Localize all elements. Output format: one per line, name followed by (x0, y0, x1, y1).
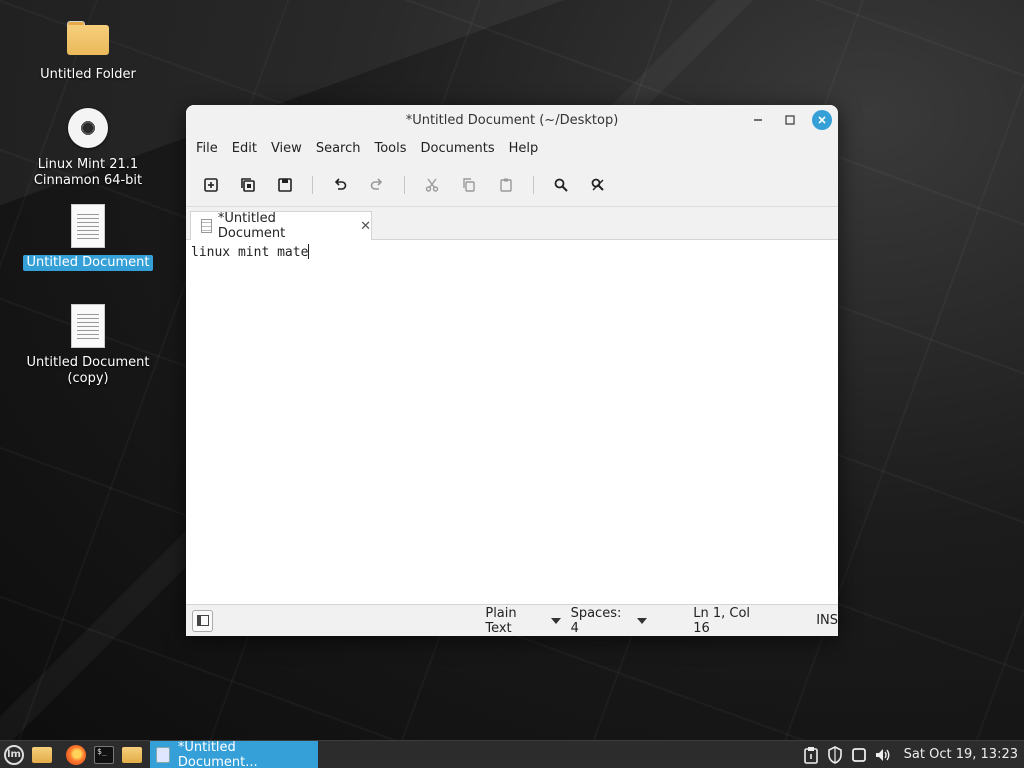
undo-button[interactable] (325, 170, 355, 200)
menu-help[interactable]: Help (502, 135, 546, 163)
firefox-icon (66, 744, 86, 765)
text-caret (308, 244, 310, 259)
update-manager-tray-button[interactable] (826, 745, 844, 764)
menu-view[interactable]: View (264, 135, 309, 163)
save-button[interactable] (270, 170, 300, 200)
network-icon (851, 747, 866, 762)
text-editor-window: *Untitled Document (~/Desktop) File Edit… (186, 105, 838, 636)
volume-icon (875, 748, 890, 761)
menu-button[interactable]: lm (0, 741, 28, 768)
text-editor-area[interactable]: linux mint mate (186, 240, 838, 604)
text-document-icon (201, 219, 212, 233)
menu-edit[interactable]: Edit (225, 135, 264, 163)
firefox-launcher[interactable] (62, 741, 90, 768)
cursor-position: Ln 1, Col 16 (693, 605, 751, 636)
chevron-down-icon (637, 617, 648, 624)
network-tray-button[interactable] (850, 746, 868, 764)
shield-icon (827, 745, 842, 764)
save-icon (278, 177, 292, 192)
system-tray: Sat Oct 19, 13:23 (802, 745, 1024, 764)
redo-icon (370, 177, 383, 190)
toolbar-separator (533, 175, 534, 194)
desktop-icon-untitled-folder[interactable]: Untitled Folder (20, 14, 156, 83)
linux-mint-logo-icon: lm (4, 744, 24, 765)
desktop-icon-label-line2: (copy) (67, 371, 109, 386)
folder-icon (67, 21, 109, 55)
undo-icon (334, 177, 347, 190)
window-title: *Untitled Document (~/Desktop) (405, 112, 619, 128)
search-replace-button[interactable] (583, 170, 613, 200)
document-tab[interactable]: *Untitled Document ✕ (190, 211, 372, 241)
menu-documents[interactable]: Documents (414, 135, 502, 163)
text-document-icon (71, 204, 105, 248)
side-panel-icon (196, 615, 209, 626)
chevron-down-icon (550, 617, 561, 624)
clipboard-tray-button[interactable] (802, 746, 820, 764)
tab-close-icon[interactable]: ✕ (360, 219, 371, 234)
language-dropdown[interactable]: Plain Text (485, 605, 561, 636)
toolbar (186, 163, 838, 207)
maximize-button[interactable] (776, 110, 804, 130)
redo-button[interactable] (362, 170, 392, 200)
close-button[interactable] (812, 110, 832, 130)
close-icon (818, 116, 826, 124)
clipboard-icon (803, 746, 818, 764)
menu-file[interactable]: File (189, 135, 225, 163)
taskbar: lm $_ *Untitled Document... Sat Oct 19, … (0, 740, 1024, 768)
status-bar: Plain Text Spaces: 4 Ln 1, Col 16 INS (186, 604, 838, 636)
insert-mode[interactable]: INS (816, 613, 838, 628)
maximize-icon (785, 115, 795, 125)
desktop-icon-untitled-document[interactable]: Untitled Document (20, 202, 156, 271)
toolbar-separator (312, 175, 313, 194)
desktop-icon-label-line1: Untitled Document (26, 355, 150, 370)
search-icon (554, 178, 568, 192)
editor-text: linux mint mate (191, 245, 309, 260)
menu-tools[interactable]: Tools (367, 135, 413, 163)
toolbar-separator (404, 175, 405, 194)
copy-icon (463, 177, 475, 192)
text-document-icon (71, 304, 105, 348)
desktop-icon-linux-mint-disc[interactable]: Linux Mint 21.1 Cinnamon 64-bit (20, 104, 156, 189)
minimize-icon (754, 119, 762, 121)
copy-button[interactable] (454, 170, 484, 200)
volume-tray-button[interactable] (874, 746, 892, 764)
show-desktop-button[interactable] (28, 741, 56, 768)
desktop-icon-label-line1: Linux Mint 21.1 (37, 157, 139, 172)
menu-bar: File Edit View Search Tools Documents He… (186, 135, 838, 163)
document-tab-bar: *Untitled Document ✕ (186, 207, 838, 241)
open-document-icon (241, 177, 255, 192)
cut-icon (425, 178, 439, 192)
side-panel-toggle-button[interactable] (192, 609, 214, 632)
paste-icon (500, 178, 512, 192)
open-document-button[interactable] (233, 170, 263, 200)
new-document-button[interactable] (196, 170, 226, 200)
document-tab-label: *Untitled Document (217, 211, 286, 241)
cut-button[interactable] (417, 170, 447, 200)
search-replace-icon (591, 178, 604, 191)
taskbar-window-button[interactable]: *Untitled Document... (150, 739, 318, 768)
desktop-icon-untitled-document-copy[interactable]: Untitled Document (copy) (20, 302, 156, 387)
new-document-icon (204, 177, 218, 192)
terminal-launcher[interactable]: $_ (90, 741, 118, 768)
terminal-icon: $_ (94, 745, 114, 764)
taskbar-window-label: *Untitled Document... (177, 739, 258, 768)
desktop-icon-label: Untitled Document (22, 255, 154, 271)
minimize-button[interactable] (744, 110, 772, 130)
clock[interactable]: Sat Oct 19, 13:23 (904, 747, 1018, 762)
search-button[interactable] (546, 170, 576, 200)
tab-width-label: Spaces: 4 (570, 605, 622, 636)
files-launcher[interactable] (118, 741, 146, 768)
desktop-icon-label: Untitled Folder (40, 67, 136, 82)
language-label: Plain Text (485, 605, 517, 636)
folder-icon (32, 746, 52, 763)
paste-button[interactable] (491, 170, 521, 200)
window-titlebar[interactable]: *Untitled Document (~/Desktop) (186, 105, 838, 135)
text-editor-icon (156, 746, 170, 763)
folder-icon (122, 746, 142, 763)
menu-search[interactable]: Search (309, 135, 368, 163)
tab-width-dropdown[interactable]: Spaces: 4 (571, 606, 648, 636)
disc-icon (68, 108, 108, 148)
desktop-icon-label-line2: Cinnamon 64-bit (33, 173, 143, 188)
